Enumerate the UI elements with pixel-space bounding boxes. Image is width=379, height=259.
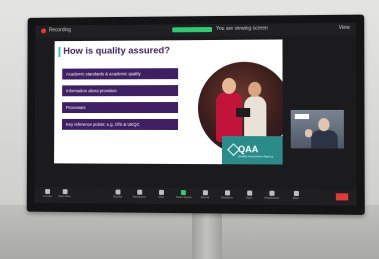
whiteboard-icon xyxy=(268,190,275,196)
toolbar-label: More xyxy=(292,196,299,201)
toolbar-label: Chat xyxy=(158,195,164,199)
toolbar-label: Apps xyxy=(246,196,253,200)
book xyxy=(236,107,251,118)
tv-monitor: Recording You are viewing screen View Ho… xyxy=(26,14,365,215)
screen-share-indicator[interactable] xyxy=(172,27,213,33)
security-button[interactable]: Security xyxy=(111,189,125,199)
meeting-toolbar: Unmute Start Video Security Participants… xyxy=(34,186,357,206)
recording-icon xyxy=(41,28,46,34)
video-camera-icon xyxy=(62,189,68,195)
chat-button[interactable]: Chat xyxy=(154,189,168,199)
shared-slide: How is quality assured? Academic standar… xyxy=(54,39,283,165)
view-button[interactable]: View xyxy=(339,25,350,31)
toolbar-label: Unmute xyxy=(42,194,52,198)
tv-screen: Recording You are viewing screen View Ho… xyxy=(34,22,357,206)
more-icon xyxy=(293,190,299,196)
student-head xyxy=(222,77,237,94)
people-icon xyxy=(136,189,142,195)
microphone-icon xyxy=(44,189,50,194)
record-button[interactable]: Record xyxy=(198,190,212,199)
toolbar-label: Security xyxy=(112,195,123,199)
slide-title: How is quality assured? xyxy=(63,45,170,57)
title-accent-bar xyxy=(58,47,61,57)
share-status-text: You are viewing screen xyxy=(216,25,268,32)
slide-bullet-3: Processes xyxy=(62,102,179,114)
toolbar-label: Whiteboards xyxy=(264,196,280,200)
smile-icon xyxy=(224,190,230,196)
reactions-button[interactable]: Reactions xyxy=(220,190,234,200)
participants-button[interactable]: Participants xyxy=(132,189,146,199)
more-button[interactable]: More xyxy=(289,190,303,201)
unmute-button[interactable]: Unmute xyxy=(40,189,54,198)
slide-bullet-1: Academic standards & academic quality xyxy=(62,68,179,80)
share-screen-icon xyxy=(180,190,186,196)
participant-head xyxy=(318,118,330,132)
qaa-tagline: Quality Assurance Agency xyxy=(238,154,274,159)
toolbar-label: Participants xyxy=(132,195,146,199)
shield-icon xyxy=(115,189,120,195)
whiteboards-button[interactable]: Whiteboards xyxy=(264,190,280,200)
name-tag xyxy=(294,113,310,120)
chat-icon xyxy=(158,189,164,195)
toolbar-label: Start Video xyxy=(58,195,71,199)
slide-bullet-4: Key reference points: e.g. OfS & UKQC xyxy=(61,118,179,130)
toolbar-label: Share Screen xyxy=(175,196,192,200)
recording-label: Recording xyxy=(48,27,71,34)
student-head xyxy=(248,81,262,97)
qaa-logo: QAA xyxy=(238,144,259,155)
apps-icon xyxy=(246,190,252,196)
tv-stand xyxy=(192,206,222,259)
start-video-button[interactable]: Start Video xyxy=(58,189,72,198)
toolbar-label: Reactions xyxy=(221,196,233,200)
student-figure xyxy=(215,91,243,143)
apps-button[interactable]: Apps xyxy=(242,190,256,200)
record-icon xyxy=(202,190,208,196)
share-screen-button[interactable]: Share Screen xyxy=(175,190,192,200)
participant-video[interactable] xyxy=(290,109,344,149)
participant-hand xyxy=(304,129,313,138)
toolbar-label: Record xyxy=(200,196,210,200)
end-meeting-button[interactable] xyxy=(335,193,349,201)
meeting-top-bar: Recording You are viewing screen View xyxy=(35,22,357,38)
participant-body xyxy=(311,130,338,149)
slide-bullet-2: Information about provision xyxy=(62,85,179,97)
